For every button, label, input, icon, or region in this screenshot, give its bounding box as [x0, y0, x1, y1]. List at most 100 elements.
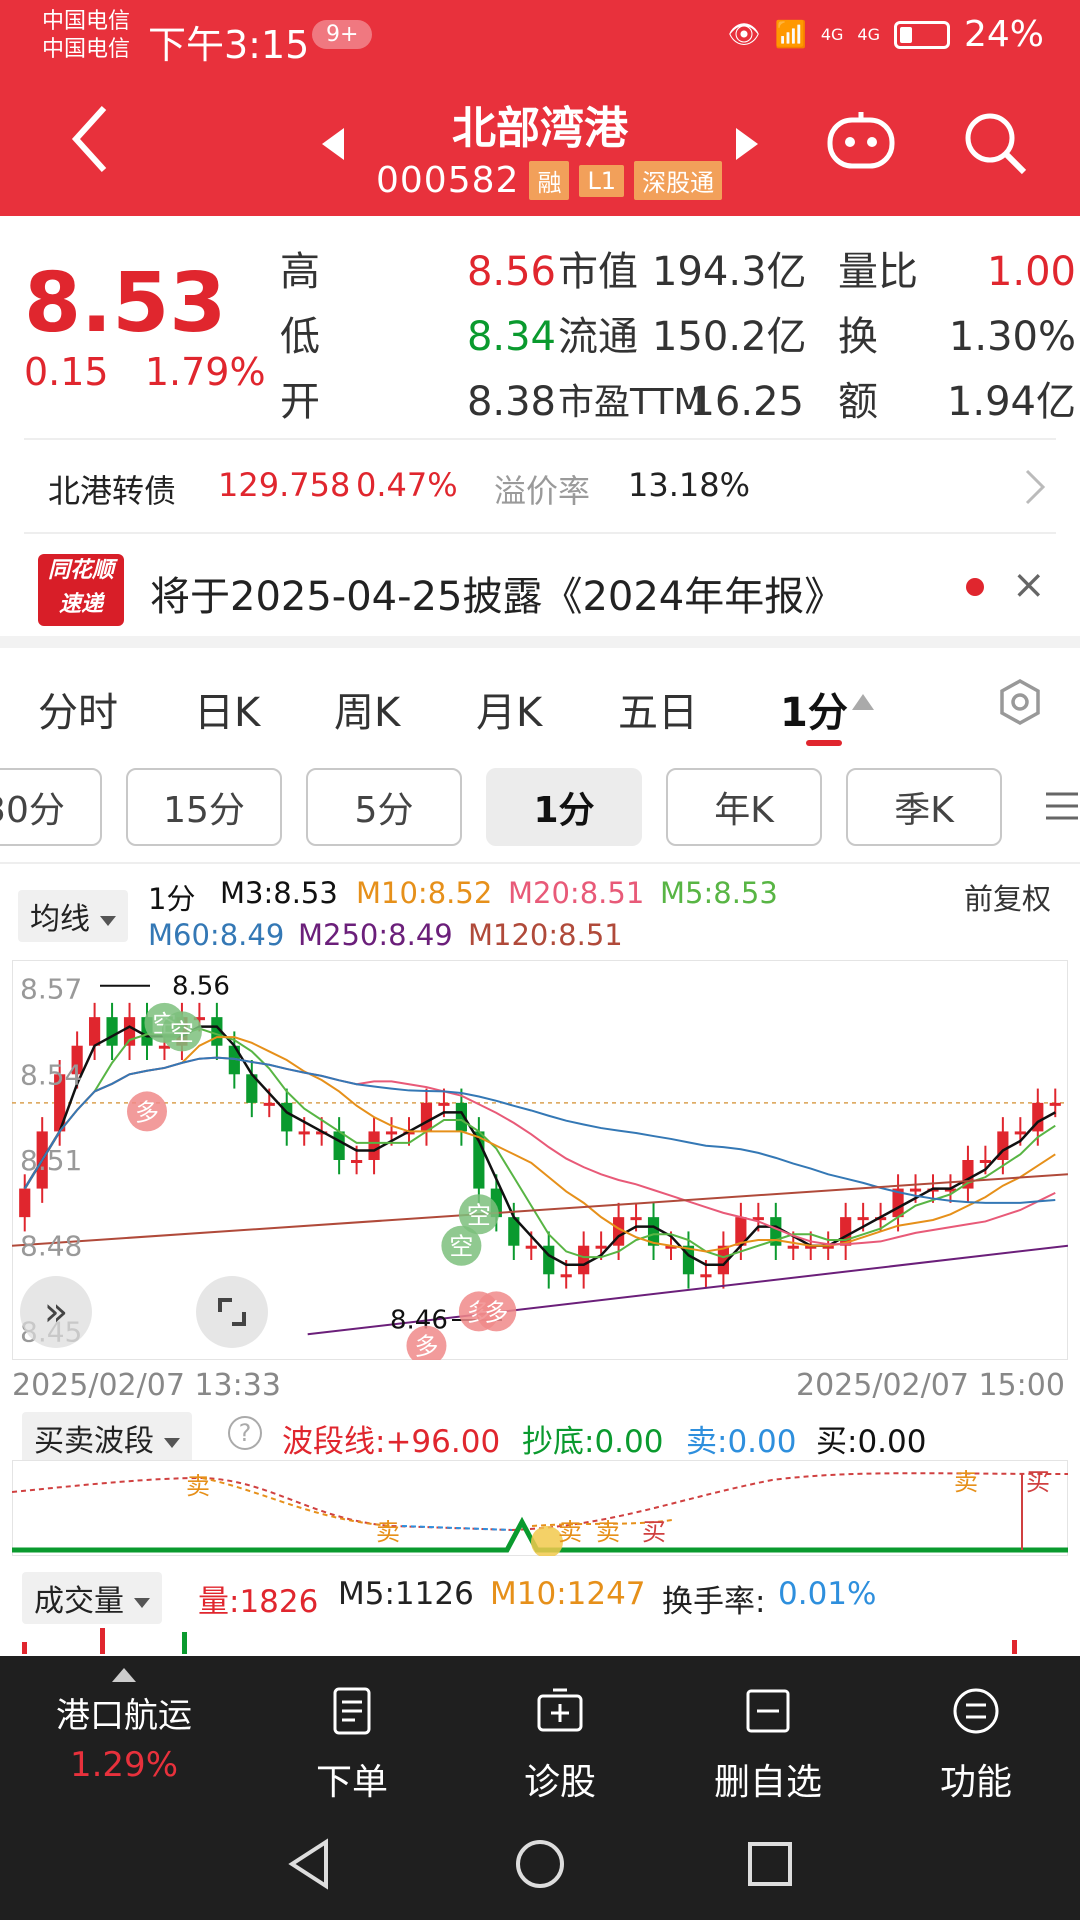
ma-dropdown[interactable]: 均线 — [18, 890, 128, 942]
sector-button[interactable]: 港口航运 1.29% — [24, 1656, 224, 1785]
turnover-rate-value: 0.01% — [778, 1576, 877, 1612]
carrier-info: 中国电信 中国电信 — [42, 8, 130, 64]
wave-dropdown-label: 买卖波段 — [34, 1424, 154, 1459]
marker-label-2: 多 — [135, 1098, 159, 1126]
volume-dropdown[interactable]: 成交量 — [22, 1572, 162, 1624]
candle — [857, 1217, 869, 1221]
candle — [333, 1131, 345, 1160]
tab-active-indicator — [806, 740, 842, 746]
wave-bottom-value: 抄底:0.00 — [522, 1424, 664, 1460]
remove-watchlist-button[interactable]: 删自选 — [668, 1656, 868, 1805]
caret-up-icon — [112, 1668, 136, 1682]
amount-value: 1.94亿 — [946, 379, 1076, 425]
y-tick-label-2: 8.51 — [20, 1144, 82, 1177]
tag-connect: 深股通 — [634, 161, 723, 200]
subtab-1min[interactable]: 1分 — [486, 768, 642, 846]
volume-m10: M10:1247 — [490, 1576, 646, 1612]
period-tabs: 分时 日K 周K 月K 五日 1分 — [0, 660, 1080, 760]
bond-pct: 0.47% — [356, 466, 458, 504]
divider — [24, 438, 1056, 440]
candle — [19, 1188, 31, 1218]
ma-dropdown-label: 均线 — [30, 902, 90, 937]
wave-dropdown[interactable]: 买卖波段 — [22, 1412, 192, 1464]
diagnose-button[interactable]: 诊股 — [460, 1656, 660, 1805]
adjust-mode[interactable]: 前复权 — [964, 876, 1051, 918]
last-price: 8.53 — [24, 256, 227, 351]
stock-name: 北部湾港 — [452, 103, 628, 154]
annot-high-label: 8.56 — [172, 971, 230, 1001]
subtab-yearly[interactable]: 年K — [666, 768, 822, 846]
battery-percent: 24% — [963, 14, 1044, 55]
news-logo-line2: 速递 — [58, 592, 103, 617]
volume-value: 量:1826 — [198, 1584, 319, 1620]
subtab-5min[interactable]: 5分 — [306, 768, 462, 846]
functions-button[interactable]: 功能 — [876, 1656, 1076, 1805]
ma-m20: M20:8.51 — [508, 876, 645, 910]
kline-chart[interactable]: 8.578.548.518.488.45 8.568.46 空空多空空多多多 — [12, 960, 1068, 1360]
wave-indicator-panel: 买卖波段 ? 波段线:+96.00 抄底:0.00 卖:0.00 买:0.00 … — [0, 1408, 1080, 1558]
tab-five-day[interactable]: 五日 — [618, 680, 698, 738]
ma-m120: M120:8.51 — [468, 918, 623, 952]
pe-value: 16.25 — [689, 379, 804, 425]
divider — [0, 862, 1080, 864]
candle — [560, 1274, 572, 1278]
turnover-rate-label: 换手率: — [662, 1584, 766, 1620]
close-icon[interactable]: × — [1012, 562, 1046, 608]
wave-label-buy-2: 买 — [1026, 1468, 1050, 1496]
candle — [106, 1017, 118, 1046]
candle — [578, 1245, 590, 1275]
quote-values-1: 8.56 8.34 8.38 — [444, 240, 556, 435]
y-tick-label-1: 8.54 — [20, 1058, 82, 1091]
news-logo: 同花顺 速递 — [38, 554, 124, 626]
low-label: 低 — [280, 314, 320, 360]
search-icon[interactable] — [962, 110, 1028, 176]
document-icon — [333, 1687, 371, 1735]
wave-label-sell-5: 卖 — [954, 1468, 978, 1496]
candle — [1014, 1131, 1026, 1135]
remove-watchlist-label: 删自选 — [713, 1762, 822, 1803]
subtab-15min[interactable]: 15分 — [126, 768, 282, 846]
robot-assistant-icon[interactable] — [826, 110, 896, 170]
convertible-bond-row[interactable]: 北港转债 129.758 0.47% 溢价率 13.18% — [0, 450, 1080, 530]
wave-chart: 卖 卖 卖 卖 买 卖 买 — [12, 1460, 1068, 1556]
x-axis-end: 2025/02/07 15:00 — [796, 1368, 1065, 1403]
y-tick-label-0: 8.57 — [20, 973, 82, 1006]
caret-up-icon[interactable] — [852, 694, 874, 710]
tab-daily[interactable]: 日K — [194, 680, 260, 738]
menu-icon[interactable] — [1044, 788, 1080, 824]
tab-weekly[interactable]: 周K — [334, 680, 400, 738]
diagnose-icon — [537, 1688, 583, 1732]
caret-down-icon — [100, 915, 116, 926]
status-time: 下午3:15 — [148, 23, 310, 67]
volume-panel: 成交量 量:1826 M5:1126 M10:1247 换手率: 0.01% — [0, 1568, 1080, 1654]
news-banner[interactable]: 同花顺 速递 将于2025-04-25披露《2024年年报》 — [0, 548, 1080, 634]
order-button[interactable]: 下单 — [252, 1656, 452, 1805]
nav-back-icon[interactable] — [282, 1836, 338, 1892]
subtab-quarterly[interactable]: 季K — [846, 768, 1002, 846]
turnover-label: 换 — [838, 314, 878, 360]
caret-down-icon — [134, 1597, 150, 1608]
nav-recents-icon[interactable] — [742, 1836, 798, 1892]
candle — [420, 1102, 433, 1132]
subtab-30min[interactable]: 30分 — [0, 768, 102, 846]
x-axis-start: 2025/02/07 13:33 — [12, 1368, 281, 1403]
next-stock-icon[interactable] — [736, 128, 758, 160]
tab-intraday[interactable]: 分时 — [38, 680, 118, 738]
caret-down-icon — [164, 1437, 180, 1448]
wave-sell-value: 卖:0.00 — [686, 1424, 797, 1460]
candle — [700, 1274, 712, 1278]
tab-monthly[interactable]: 月K — [476, 680, 542, 738]
sector-percent: 1.29% — [69, 1745, 178, 1785]
eye-icon: 👁 — [727, 19, 761, 50]
low-value: 8.34 — [466, 314, 556, 360]
wave-label-sell-3: 卖 — [558, 1518, 582, 1546]
fullscreen-icon[interactable] — [196, 1276, 268, 1348]
wave-label-buy-1: 买 — [642, 1518, 666, 1546]
nav-home-icon[interactable] — [512, 1836, 568, 1892]
expand-double-chevron-icon[interactable]: » — [20, 1276, 92, 1348]
settings-hex-icon[interactable] — [996, 678, 1044, 726]
help-icon[interactable]: ? — [228, 1416, 262, 1450]
order-label: 下单 — [315, 1762, 388, 1803]
tab-1min[interactable]: 1分 — [780, 680, 848, 738]
signal-4g-icon: 4G — [820, 25, 844, 44]
